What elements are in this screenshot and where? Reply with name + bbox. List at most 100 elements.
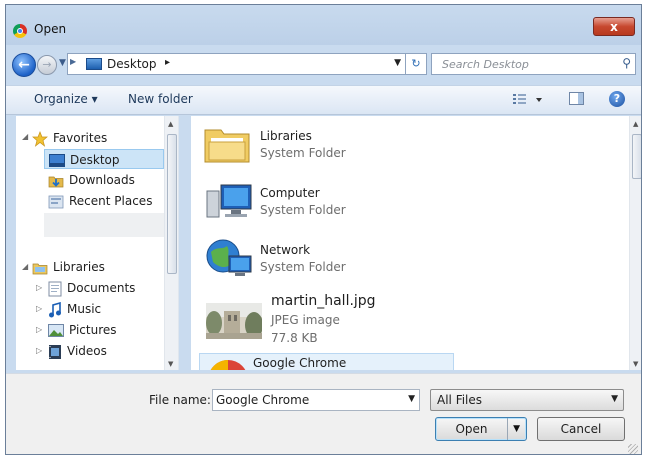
nav-item-desktop[interactable]: Desktop <box>44 149 164 169</box>
desktop-icon <box>49 154 65 167</box>
scroll-up-icon[interactable]: ▲ <box>168 120 173 128</box>
desktop-icon <box>86 58 102 70</box>
documents-icon <box>48 281 62 296</box>
item-name: Google Chrome <box>253 356 347 370</box>
breadcrumb-separator-icon[interactable]: ▸ <box>165 57 170 68</box>
item-size: 77.8 KB <box>271 331 318 345</box>
search-box[interactable]: ⚲ <box>431 53 636 75</box>
list-item-network[interactable]: Network System Folder <box>191 230 621 286</box>
preview-pane-button[interactable] <box>569 92 584 105</box>
nav-item-downloads[interactable]: Downloads <box>48 170 135 190</box>
nav-item-label: Recent Places <box>69 194 153 208</box>
back-arrow-icon: ← <box>18 57 30 73</box>
forward-button[interactable]: → <box>37 55 57 75</box>
nav-item-label: Pictures <box>69 323 117 337</box>
nav-pane-scrollbar[interactable]: ▲ ▼ <box>164 116 178 370</box>
open-dialog: Open x ← → ▼ ▶ Desktop ▸ ▼ ↻ ⚲ Organize … <box>5 4 642 455</box>
back-button[interactable]: ← <box>12 53 36 77</box>
window-title: Open <box>34 22 67 36</box>
navigation-bar: ← → ▼ ▶ Desktop ▸ ▼ ↻ ⚲ <box>6 45 641 81</box>
chrome-icon <box>210 360 246 370</box>
music-icon <box>49 301 61 317</box>
views-button[interactable] <box>511 91 547 108</box>
pictures-expand-icon[interactable]: ▷ <box>36 325 42 334</box>
resize-grip-icon[interactable] <box>628 444 638 454</box>
file-type-filter[interactable]: All Files ▼ <box>430 389 624 411</box>
list-item-google-chrome[interactable]: Google Chrome Shortcut <box>199 353 454 370</box>
star-icon <box>32 130 48 147</box>
cancel-button[interactable]: Cancel <box>537 417 625 441</box>
file-list-scroll-thumb[interactable] <box>632 134 641 179</box>
list-item-martin-hall[interactable]: martin_hall.jpg JPEG image 77.8 KB <box>191 287 621 353</box>
favorites-label: Favorites <box>53 131 108 145</box>
bottom-panel: File name: ▼ All Files ▼ Open ▼ Cancel <box>6 373 641 454</box>
nav-favorites[interactable]: Favorites <box>32 128 107 148</box>
documents-expand-icon[interactable]: ▷ <box>36 283 42 292</box>
list-item-libraries[interactable]: Libraries System Folder <box>191 116 621 172</box>
file-name-field[interactable]: ▼ <box>212 389 420 411</box>
views-icon <box>513 94 542 104</box>
recent-places-icon <box>48 195 64 208</box>
item-type: JPEG image <box>271 313 340 327</box>
list-item-computer[interactable]: Computer System Folder <box>191 173 621 229</box>
scroll-up-icon[interactable]: ▲ <box>633 120 638 128</box>
scroll-down-icon[interactable]: ▼ <box>168 360 173 368</box>
close-button[interactable]: x <box>593 17 635 36</box>
file-name-label: File name: <box>149 393 211 407</box>
command-bar: Organize ▾ New folder ? <box>6 85 641 115</box>
file-type-value: All Files <box>437 393 483 407</box>
image-thumbnail <box>206 303 262 339</box>
address-location[interactable]: Desktop <box>107 57 157 71</box>
search-input[interactable] <box>436 56 612 72</box>
nav-pane-scroll-thumb[interactable] <box>167 134 177 274</box>
refresh-button[interactable]: ↻ <box>406 53 427 75</box>
item-name: martin_hall.jpg <box>271 293 376 309</box>
music-expand-icon[interactable]: ▷ <box>36 304 42 313</box>
address-dropdown-icon[interactable]: ▼ <box>394 58 401 68</box>
videos-expand-icon[interactable]: ▷ <box>36 346 42 355</box>
videos-icon <box>49 344 61 359</box>
nav-item-music[interactable]: Music <box>48 299 101 319</box>
libraries-icon <box>32 263 48 274</box>
organize-button[interactable]: Organize ▾ <box>34 92 98 106</box>
computer-icon <box>206 184 252 218</box>
favorites-expand-icon[interactable]: ◢ <box>22 132 28 141</box>
libraries-expand-icon[interactable]: ◢ <box>22 262 28 271</box>
nav-item-pictures[interactable]: Pictures <box>48 320 117 340</box>
nav-libraries[interactable]: Libraries <box>32 257 105 277</box>
nav-item-label: Documents <box>67 281 136 295</box>
libraries-label: Libraries <box>53 260 105 274</box>
downloads-icon <box>48 176 64 187</box>
file-list-scrollbar[interactable]: ▲ ▼ <box>629 116 641 370</box>
nav-pane-empty-slot <box>44 213 164 237</box>
address-chevron-icon[interactable]: ▶ <box>70 57 76 66</box>
open-button[interactable]: Open ▼ <box>435 417 527 441</box>
item-type: System Folder <box>260 146 346 160</box>
item-type: System Folder <box>260 260 346 274</box>
scroll-down-icon[interactable]: ▼ <box>633 360 638 368</box>
title-bar[interactable]: Open x <box>6 5 641 45</box>
item-name: Libraries <box>260 129 312 143</box>
file-name-input[interactable] <box>216 392 396 408</box>
chrome-app-icon <box>13 24 27 38</box>
help-button[interactable]: ? <box>609 91 625 107</box>
navigation-pane: ◢ Favorites Desktop Downloads Recent Pla… <box>16 116 179 370</box>
address-bar[interactable]: ▶ Desktop ▸ ▼ <box>67 53 406 75</box>
nav-item-label: Music <box>67 302 102 316</box>
libraries-folder-icon <box>204 129 250 163</box>
open-split-divider <box>507 418 508 440</box>
nav-item-videos[interactable]: Videos <box>48 341 107 361</box>
item-name: Network <box>260 243 311 257</box>
nav-item-documents[interactable]: Documents <box>48 278 135 298</box>
item-type: System Folder <box>260 203 346 217</box>
file-name-dropdown-icon[interactable]: ▼ <box>408 394 415 404</box>
search-icon[interactable]: ⚲ <box>622 56 631 70</box>
open-options-dropdown-icon[interactable]: ▼ <box>513 418 520 440</box>
file-type-dropdown-icon[interactable]: ▼ <box>611 394 618 404</box>
recent-pages-dropdown-icon[interactable]: ▼ <box>59 58 66 68</box>
nav-item-recent-places[interactable]: Recent Places <box>48 191 152 211</box>
network-icon <box>206 239 252 276</box>
nav-item-label: Videos <box>67 344 107 358</box>
new-folder-button[interactable]: New folder <box>128 92 193 106</box>
forward-arrow-icon: → <box>42 58 52 71</box>
